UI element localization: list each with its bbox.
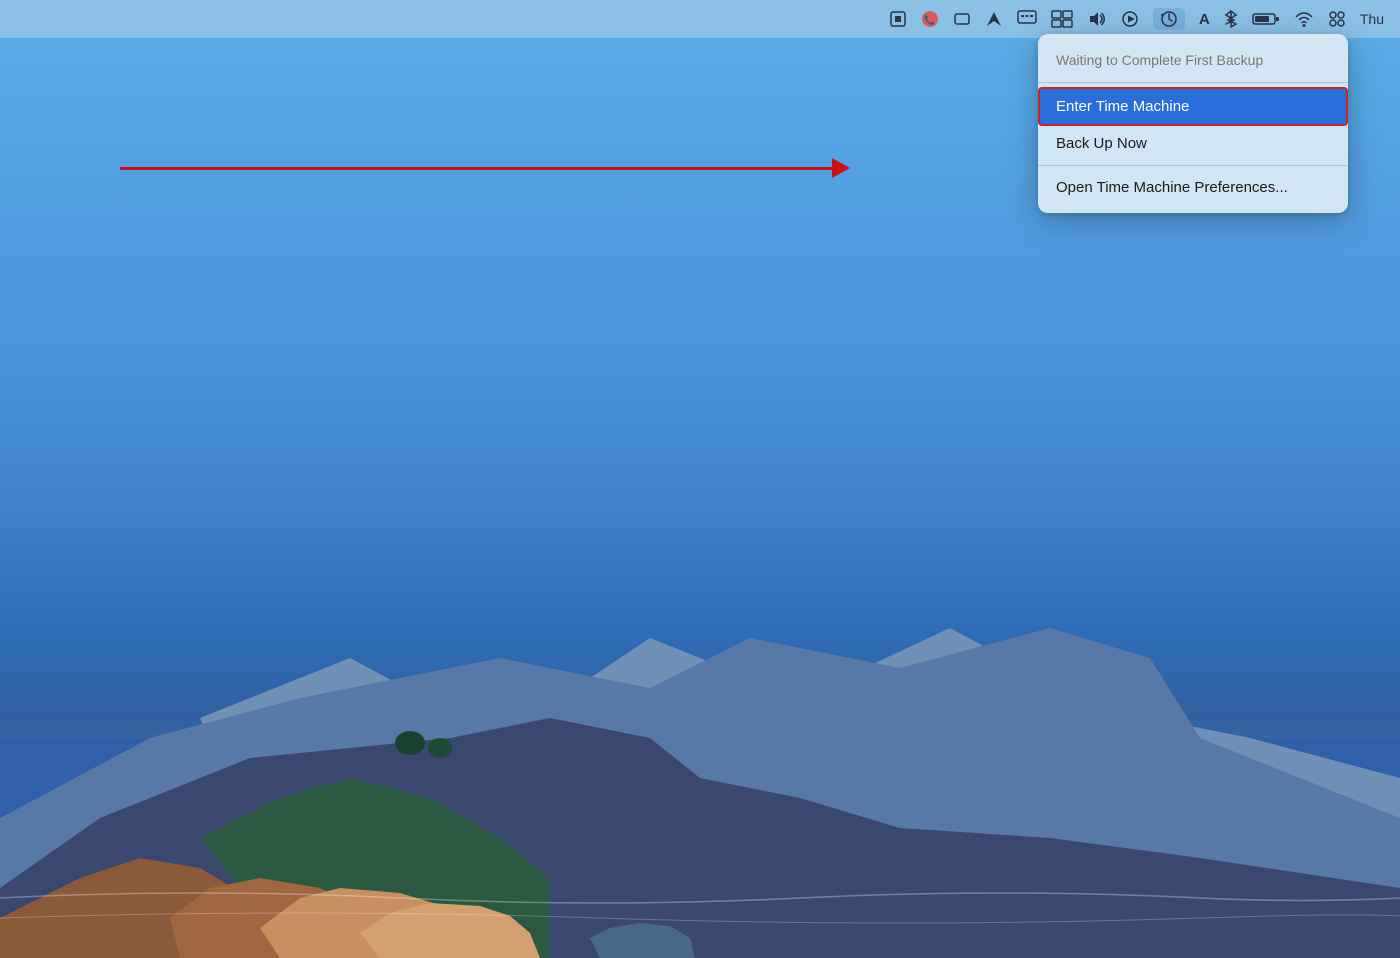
- battery-icon[interactable]: [1252, 10, 1280, 28]
- open-preferences-item[interactable]: Open Time Machine Preferences...: [1038, 170, 1348, 205]
- messages-icon[interactable]: [1017, 10, 1037, 28]
- notchscreen-icon[interactable]: [889, 10, 907, 28]
- backup-status-text: Waiting to Complete First Backup: [1038, 42, 1348, 78]
- wifi-icon[interactable]: [1294, 10, 1314, 28]
- landscape-illustration: [0, 538, 1400, 958]
- windows-icon[interactable]: [1051, 10, 1073, 28]
- back-up-now-item[interactable]: Back Up Now: [1038, 126, 1348, 161]
- play-icon[interactable]: [1121, 10, 1139, 28]
- timemachine-icon[interactable]: [1153, 8, 1185, 30]
- menu-divider-2: [1038, 165, 1348, 166]
- menubar-clock: Thu: [1360, 11, 1384, 27]
- controlcenter-icon[interactable]: [1328, 10, 1346, 28]
- enter-time-machine-item[interactable]: Enter Time Machine: [1038, 87, 1348, 126]
- menubar: 📞 A Thu: [0, 0, 1400, 38]
- facetime-icon[interactable]: 📞: [921, 10, 939, 28]
- arrow-line: [120, 167, 832, 170]
- menu-divider-1: [1038, 82, 1348, 83]
- arrow-annotation: [120, 148, 850, 188]
- keyboard-icon[interactable]: A: [1199, 11, 1210, 28]
- timemachine-dropdown: Waiting to Complete First Backup Enter T…: [1038, 34, 1348, 213]
- location-icon[interactable]: [985, 10, 1003, 28]
- bluetooth-icon[interactable]: [1224, 10, 1238, 28]
- rectangle-icon[interactable]: [953, 10, 971, 28]
- arrow-head: [832, 158, 850, 178]
- volume-icon[interactable]: [1087, 10, 1107, 28]
- svg-text:📞: 📞: [924, 14, 936, 25]
